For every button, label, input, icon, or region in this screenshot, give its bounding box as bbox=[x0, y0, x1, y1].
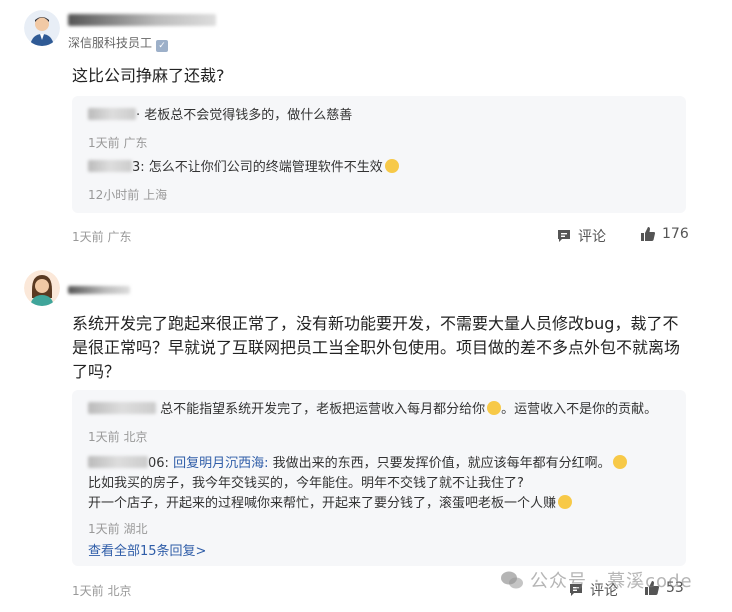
view-all-replies-link[interactable]: 查看全部15条回复> bbox=[88, 540, 206, 559]
reply-list: · 老板总不会觉得钱多的，做什么慈善 1天前 广东 3: 怎么不让你们公司的终端… bbox=[72, 96, 686, 213]
reply-author-tail: 3: bbox=[132, 160, 145, 175]
watermark-text: 公众号 · 慕溪code bbox=[530, 571, 693, 592]
watermark: 公众号 · 慕溪code bbox=[500, 567, 693, 593]
reply-author-redacted[interactable] bbox=[88, 108, 136, 120]
reply-text: 我做出来的东西，只要发挥价值，就应该每年都有分红啊。 bbox=[272, 456, 611, 471]
verified-badge-icon: ✓ bbox=[156, 40, 169, 52]
like-button[interactable]: 176 bbox=[640, 226, 689, 242]
reply-author-redacted[interactable] bbox=[88, 456, 148, 468]
reply-text: 怎么不让你们公司的终端管理软件不生效 bbox=[148, 160, 383, 175]
avatar-man-icon bbox=[24, 10, 60, 46]
like-count: 176 bbox=[662, 226, 689, 242]
reply-text-line2: 比如我买的房子，我今年交钱买的，今年能住。明年不交钱了就不让我住了? bbox=[88, 476, 524, 491]
author-name-redacted[interactable] bbox=[68, 286, 130, 294]
reply-author-tail: 06: bbox=[148, 456, 169, 471]
comment-content: 这比公司挣麻了还裁? bbox=[72, 66, 225, 85]
reply-list: 总不能指望系统开发完了，老板把运营收入每月都分给你 。运营收入不是你的贡献。 1天… bbox=[72, 390, 686, 566]
author-title: 深信服科技员工 ✓ bbox=[68, 34, 169, 52]
emoji-icon bbox=[384, 159, 399, 173]
reply-meta: 1天前 湖北 bbox=[88, 522, 148, 536]
comment-content: 系统开发完了跑起来很正常了，没有新功能要开发，不需要大量人员修改bug，裁了不是… bbox=[72, 314, 681, 381]
reply-meta: 1天前 北京 bbox=[88, 430, 148, 444]
reply-author-tail: · bbox=[136, 108, 141, 123]
reply-item: 总不能指望系统开发完了，老板把运营收入每月都分给你 。运营收入不是你的贡献。 bbox=[88, 400, 672, 420]
reply-meta: 1天前 广东 bbox=[88, 136, 148, 150]
comment-post-2: 系统开发完了跑起来很正常了，没有新功能要开发，不需要大量人员修改bug，裁了不是… bbox=[0, 260, 732, 612]
comment-meta: 1天前 北京 bbox=[72, 584, 132, 598]
emoji-icon bbox=[487, 401, 502, 415]
reply-text-tail: 。运营收入不是你的贡献。 bbox=[501, 402, 658, 417]
avatar[interactable] bbox=[24, 270, 60, 306]
author-name-redacted[interactable] bbox=[68, 14, 216, 26]
author-title-text: 深信服科技员工 bbox=[68, 36, 153, 50]
reply-text: 老板总不会觉得钱多的，做什么慈善 bbox=[144, 108, 353, 123]
reply-item: 3: 怎么不让你们公司的终端管理软件不生效 bbox=[88, 158, 672, 178]
wechat-icon bbox=[501, 571, 523, 589]
reply-item: · 老板总不会觉得钱多的，做什么慈善 bbox=[88, 106, 672, 126]
comment-meta: 1天前 广东 bbox=[72, 230, 132, 244]
reply-author-redacted[interactable] bbox=[88, 402, 156, 414]
reply-text-line3: 开一个店子，开起来的过程喊你来帮忙，开起来了要分钱了，滚蛋吧老板一个人赚 bbox=[88, 496, 557, 511]
comment-button[interactable]: 评论 bbox=[556, 226, 606, 246]
reply-item: 06: 回复明月沉西海: 我做出来的东西，只要发挥价值，就应该每年都有分红啊。 … bbox=[88, 454, 672, 514]
comment-label: 评论 bbox=[578, 229, 606, 245]
thumbs-up-icon bbox=[641, 227, 655, 241]
reply-text: 总不能指望系统开发完了，老板把运营收入每月都分给你 bbox=[160, 402, 486, 417]
avatar[interactable] bbox=[24, 10, 60, 46]
comment-post-1: 深信服科技员工 ✓ 这比公司挣麻了还裁? · 老板总不会觉得钱多的，做什么慈善 1… bbox=[0, 0, 732, 260]
reply-meta: 12小时前 上海 bbox=[88, 188, 168, 202]
avatar-woman-icon bbox=[24, 270, 60, 306]
reply-author-redacted[interactable] bbox=[88, 160, 132, 172]
reply-to-link[interactable]: 回复明月沉西海: bbox=[173, 456, 268, 471]
emoji-icon bbox=[612, 455, 627, 469]
emoji-icon bbox=[558, 495, 573, 509]
comment-icon bbox=[558, 230, 570, 242]
